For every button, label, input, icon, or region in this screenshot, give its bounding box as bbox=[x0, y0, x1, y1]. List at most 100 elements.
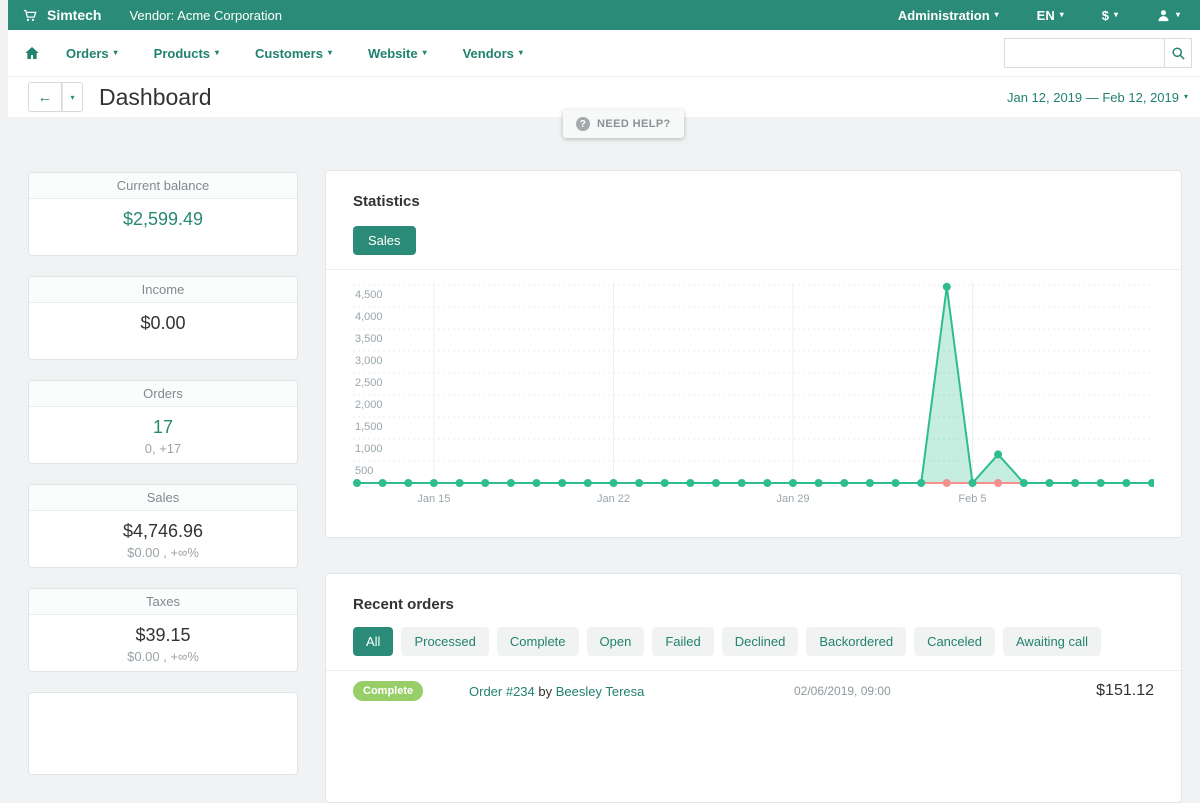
svg-text:4,500: 4,500 bbox=[355, 289, 383, 301]
svg-text:4,000: 4,000 bbox=[355, 311, 383, 323]
svg-text:Feb 5: Feb 5 bbox=[958, 493, 986, 505]
filter-complete[interactable]: Complete bbox=[497, 627, 579, 656]
order-status-cell: Complete bbox=[353, 681, 469, 701]
order-datetime: 02/06/2019, 09:00 bbox=[794, 684, 1044, 698]
topbar-menu-en[interactable]: EN ▾ bbox=[1037, 8, 1064, 23]
nav-item-label: Vendors bbox=[463, 46, 514, 61]
stat-card-body: $39.15$0.00 , +∞% bbox=[29, 615, 297, 671]
chevron-down-icon: ▾ bbox=[1114, 11, 1118, 19]
chevron-down-icon: ▾ bbox=[215, 49, 219, 57]
search-group bbox=[1004, 38, 1192, 68]
stat-card-taxes: Taxes$39.15$0.00 , +∞% bbox=[28, 588, 298, 672]
order-name-cell: Order #234 by Beesley Teresa bbox=[469, 684, 794, 699]
user-icon bbox=[1156, 8, 1171, 23]
nav-item-label: Customers bbox=[255, 46, 323, 61]
filter-failed[interactable]: Failed bbox=[652, 627, 713, 656]
order-status-badge: Complete bbox=[353, 681, 423, 701]
back-button[interactable]: ← bbox=[28, 82, 62, 112]
statistics-panel: Statistics Sales 500 1,000 1,500 2,000 2,500… bbox=[325, 170, 1182, 538]
chevron-down-icon: ▾ bbox=[995, 11, 999, 19]
home-icon[interactable] bbox=[24, 45, 40, 61]
filter-open[interactable]: Open bbox=[587, 627, 645, 656]
order-link[interactable]: Order #234 bbox=[469, 684, 535, 699]
svg-text:500: 500 bbox=[355, 465, 373, 477]
chevron-down-icon: ▾ bbox=[328, 49, 332, 57]
stat-card-body: 17 0, +17 bbox=[29, 407, 297, 463]
need-help-button[interactable]: ? NEED HELP? bbox=[563, 110, 684, 138]
stat-card-value: 17 bbox=[29, 416, 297, 438]
nav-list: Orders▾Products▾Customers▾Website▾Vendor… bbox=[66, 46, 523, 61]
stat-card-title: Current balance bbox=[29, 173, 297, 199]
filter-all[interactable]: All bbox=[353, 627, 393, 656]
topbar: Simtech Vendor: Acme Corporation Adminis… bbox=[8, 0, 1200, 30]
filter-processed[interactable]: Processed bbox=[401, 627, 488, 656]
help-icon: ? bbox=[576, 117, 590, 131]
user-menu[interactable]: ▾ bbox=[1156, 8, 1180, 23]
topbar-menu-$[interactable]: $▾ bbox=[1102, 8, 1118, 23]
menu-label: EN bbox=[1037, 8, 1055, 23]
filter-awaiting-call[interactable]: Awaiting call bbox=[1003, 627, 1101, 656]
svg-text:3,500: 3,500 bbox=[355, 333, 383, 345]
svg-text:3,000: 3,000 bbox=[355, 355, 383, 367]
nav-item-label: Website bbox=[368, 46, 418, 61]
chevron-down-icon: ▾ bbox=[519, 49, 523, 57]
filter-canceled[interactable]: Canceled bbox=[914, 627, 995, 656]
vendor-label[interactable]: Vendor: Acme Corporation bbox=[129, 8, 281, 23]
stats-sidebar: Current balance$2,599.49 Income$0.00 Order… bbox=[28, 172, 298, 803]
back-button-group: ← ▾ bbox=[28, 82, 83, 112]
search-button[interactable] bbox=[1164, 38, 1192, 68]
stat-card-orders: Orders 17 0, +17 bbox=[28, 380, 298, 464]
sales-tab[interactable]: Sales bbox=[353, 226, 416, 255]
order-row: Complete Order #234 by Beesley Teresa02/0… bbox=[353, 671, 1154, 711]
search-input[interactable] bbox=[1004, 38, 1164, 68]
menu-label: $ bbox=[1102, 8, 1109, 23]
nav-item-products[interactable]: Products ▾ bbox=[154, 46, 219, 61]
brand[interactable]: Simtech bbox=[47, 7, 101, 23]
order-status-filters: All Processed Complete OpenFailed DeclinedBa… bbox=[353, 627, 1154, 656]
topbar-right: Administration▾EN▾$▾ ▾ bbox=[898, 8, 1180, 23]
nav-item-orders[interactable]: Orders▾ bbox=[66, 46, 118, 61]
svg-text:1,500: 1,500 bbox=[355, 421, 383, 433]
stat-card-title: Sales bbox=[29, 485, 297, 511]
content-column: Statistics Sales 500 1,000 1,500 2,000 2,500… bbox=[325, 170, 1182, 803]
main-content: Current balance$2,599.49 Income$0.00 Order… bbox=[8, 117, 1200, 803]
chevron-down-icon: ▾ bbox=[1184, 93, 1188, 101]
stat-card-subvalue: 0, +17 bbox=[29, 441, 297, 456]
svg-text:Jan 29: Jan 29 bbox=[776, 493, 809, 505]
chevron-down-icon: ▾ bbox=[1060, 11, 1064, 19]
stat-card-title: Income bbox=[29, 277, 297, 303]
filter-backordered[interactable]: Backordered bbox=[806, 627, 906, 656]
stat-card-income: Income$0.00 bbox=[28, 276, 298, 360]
customer-link[interactable]: Beesley Teresa bbox=[556, 684, 645, 699]
svg-text:2,000: 2,000 bbox=[355, 399, 383, 411]
recent-orders-title: Recent orders bbox=[353, 596, 1154, 613]
back-dropdown-button[interactable]: ▾ bbox=[62, 82, 83, 112]
stat-card-subvalue: $0.00 , +∞% bbox=[29, 649, 297, 664]
stat-card-title: Orders bbox=[29, 381, 297, 407]
stat-card-body: $0.00 bbox=[29, 303, 297, 359]
statistics-title: Statistics bbox=[353, 193, 1154, 210]
app-root: Simtech Vendor: Acme Corporation Adminis… bbox=[0, 0, 1200, 803]
topbar-left: Simtech Vendor: Acme Corporation bbox=[22, 7, 282, 23]
stat-card-current-balance: Current balance$2,599.49 bbox=[28, 172, 298, 256]
stat-card-sales: Sales $4,746.96 $0.00 , +∞% bbox=[28, 484, 298, 568]
svg-text:2,500: 2,500 bbox=[355, 377, 383, 389]
stat-card-subvalue: $0.00 , +∞% bbox=[29, 545, 297, 560]
order-total: $151.12 bbox=[1044, 682, 1154, 700]
cart-icon bbox=[22, 8, 37, 23]
svg-text:1,000: 1,000 bbox=[355, 443, 383, 455]
stat-card-partial bbox=[28, 692, 298, 775]
nav-item-label: Orders bbox=[66, 46, 109, 61]
nav-item-website[interactable]: Website ▾ bbox=[368, 46, 427, 61]
topbar-menu-administration[interactable]: Administration▾ bbox=[898, 8, 999, 23]
chevron-down-icon: ▾ bbox=[1176, 11, 1180, 19]
orders-list: Complete Order #234 by Beesley Teresa02/0… bbox=[353, 671, 1154, 711]
recent-orders-panel: Recent orders All Processed Complete OpenFa… bbox=[325, 573, 1182, 803]
filter-declined[interactable]: Declined bbox=[722, 627, 799, 656]
chevron-down-icon: ▾ bbox=[423, 49, 427, 57]
stat-card-value: $4,746.96 bbox=[29, 520, 297, 542]
nav-item-customers[interactable]: Customers ▾ bbox=[255, 46, 332, 61]
nav-item-vendors[interactable]: Vendors ▾ bbox=[463, 46, 523, 61]
nav-item-label: Products bbox=[154, 46, 210, 61]
date-range-picker[interactable]: Jan 12, 2019 — Feb 12, 2019 ▾ bbox=[1007, 90, 1188, 105]
